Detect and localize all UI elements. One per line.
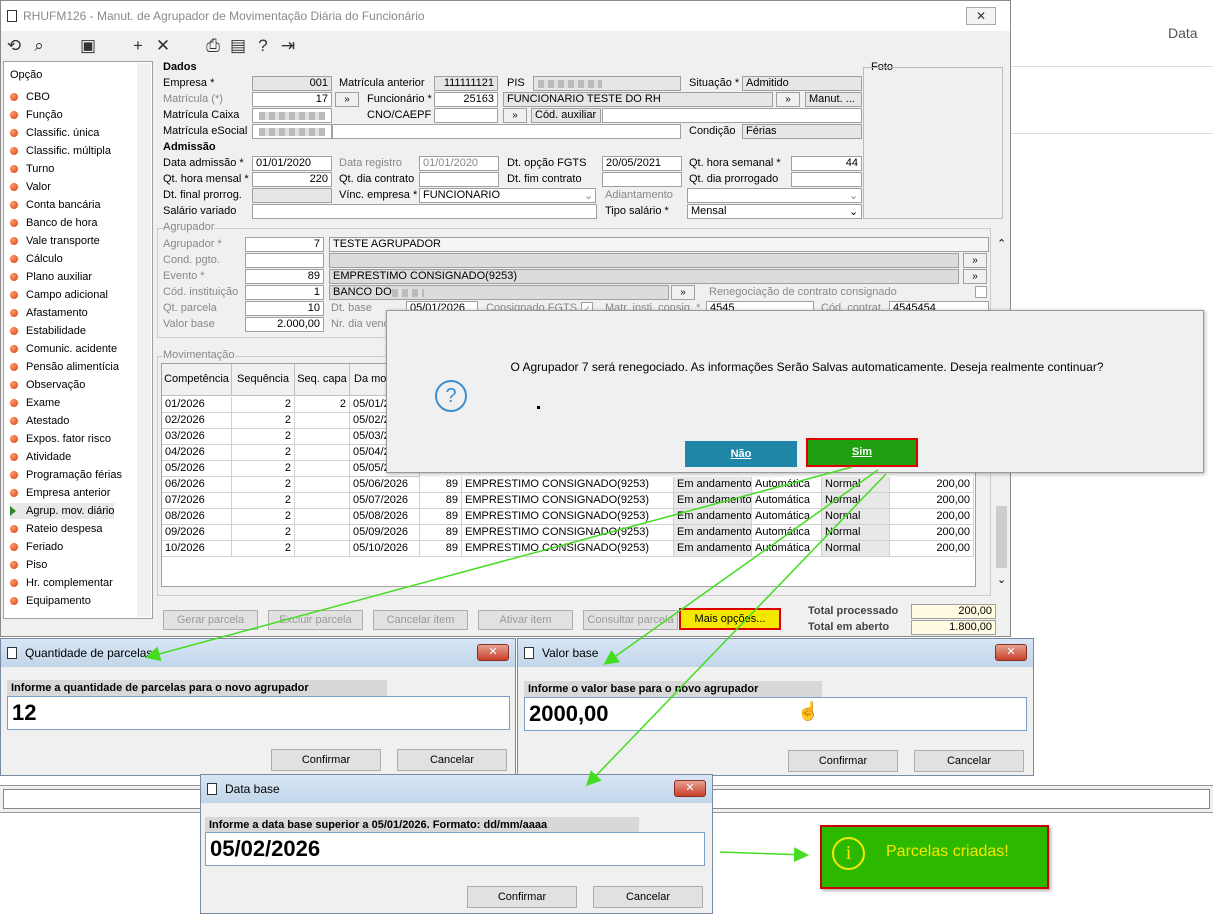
- arrow-to-toast: [719, 847, 809, 863]
- arrow-to-quantidade: [145, 466, 853, 662]
- arrow-to-valor: [603, 469, 879, 665]
- arrow-to-data: [585, 473, 887, 787]
- annotation-arrows: [145, 466, 887, 863]
